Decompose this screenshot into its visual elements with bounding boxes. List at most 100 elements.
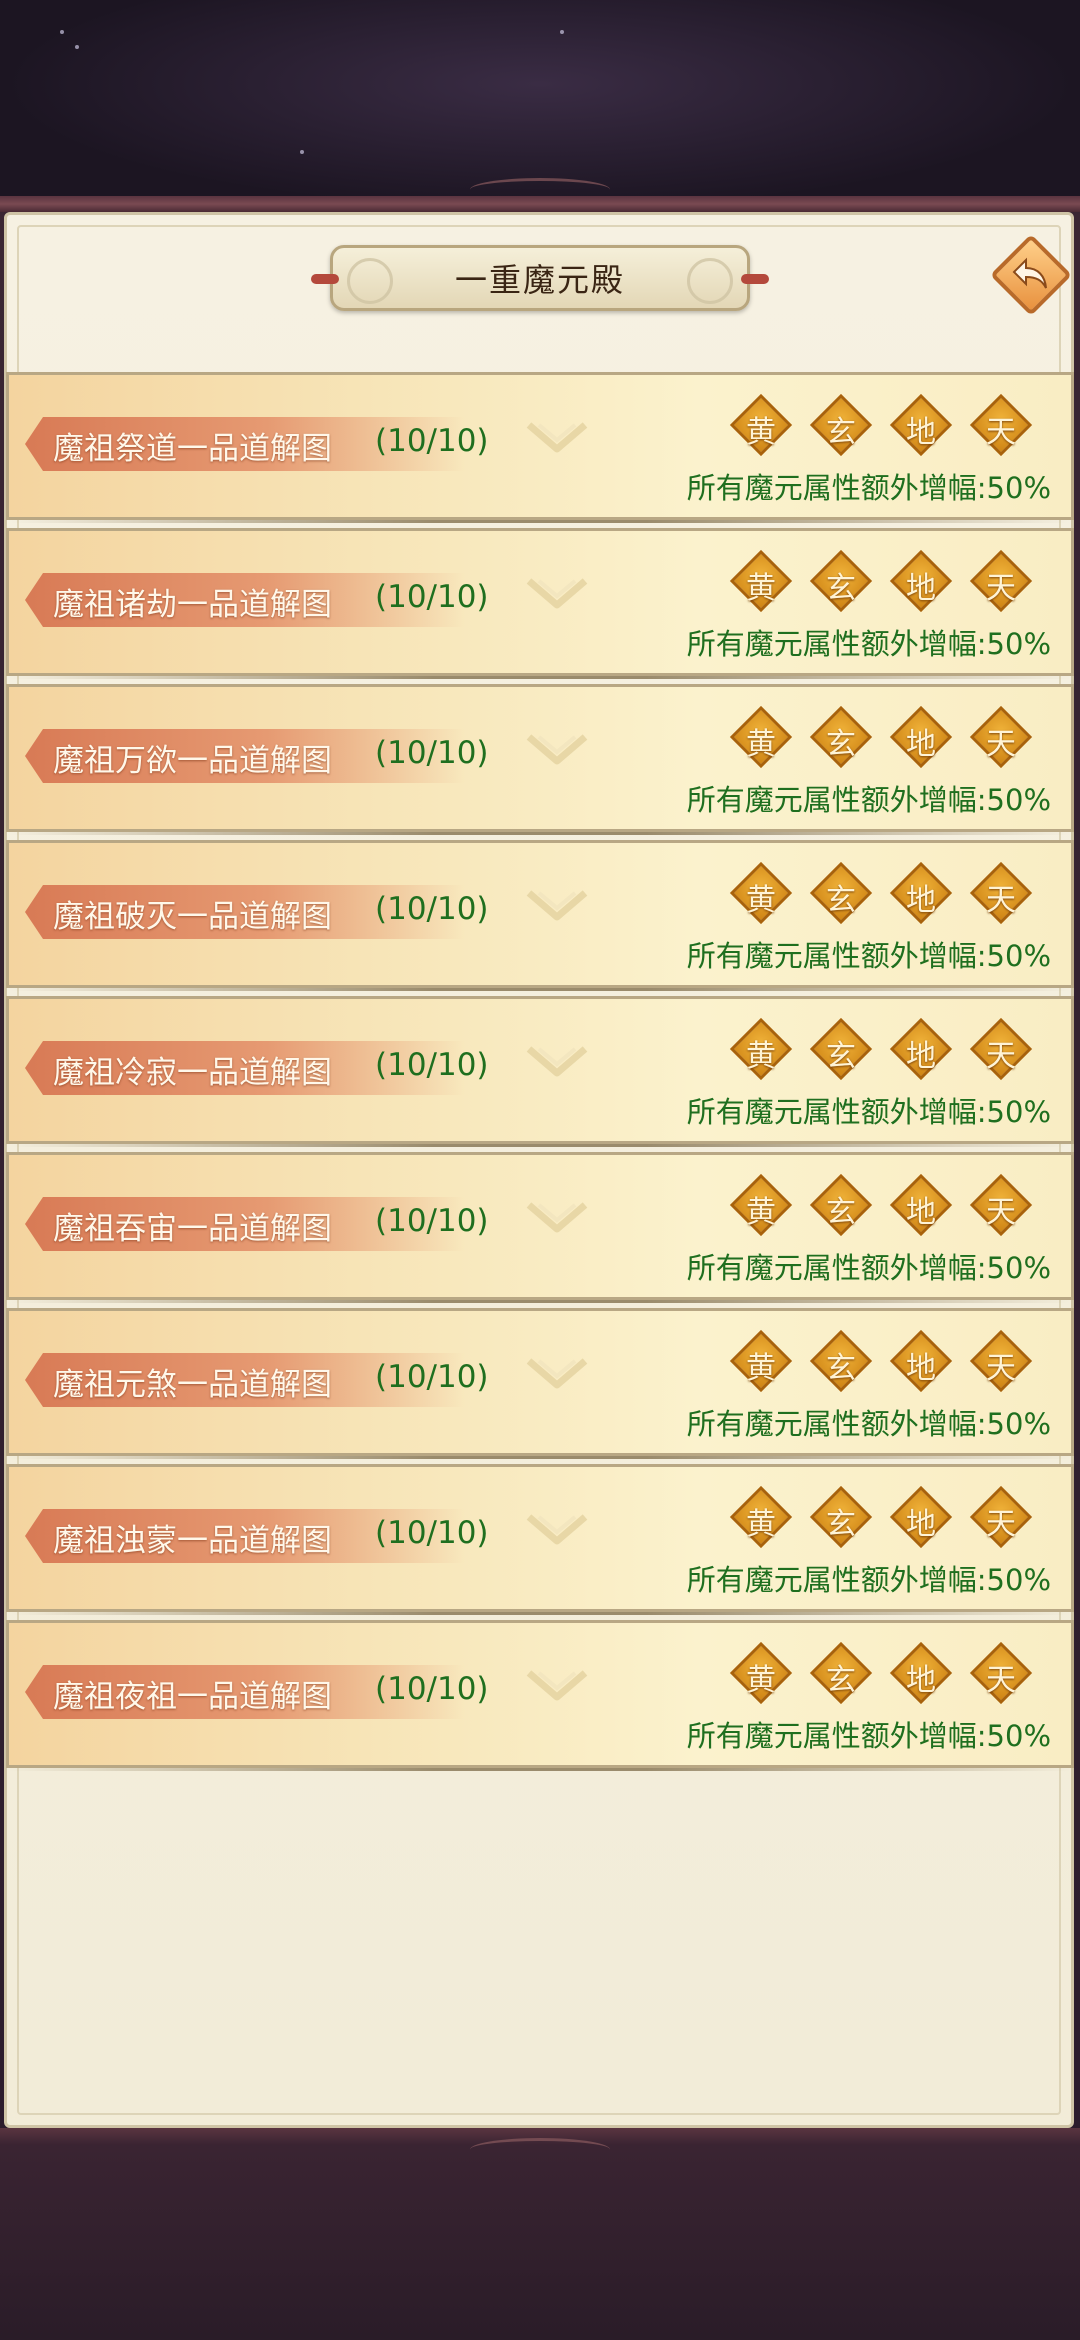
tome-name: 魔祖夜祖一品道解图 xyxy=(53,1679,332,1715)
grade-badge: 玄 xyxy=(809,861,873,925)
star xyxy=(300,150,304,154)
grade-badge-label: 地 xyxy=(906,1663,936,1698)
list-item[interactable]: 魔祖万欲一品道解图 (10/10) 黄 玄 地 天所有魔元属性额外增幅:50% xyxy=(6,684,1074,835)
grade-badges: 黄玄地天 xyxy=(729,549,1049,613)
tome-name: 魔祖浊蒙一品道解图 xyxy=(53,1523,332,1559)
grade-badge-label: 地 xyxy=(906,1039,936,1074)
grade-badge: 地 xyxy=(889,393,953,457)
grade-badge-label: 地 xyxy=(906,1195,936,1230)
tome-name: 魔祖元煞一品道解图 xyxy=(53,1367,332,1403)
list-item[interactable]: 魔祖浊蒙一品道解图 (10/10) 黄 玄 地 天所有魔元属性额外增幅:50% xyxy=(6,1464,1074,1615)
grade-badge-label: 地 xyxy=(906,883,936,918)
grade-badges: 黄玄地天 xyxy=(729,1017,1049,1081)
grade-badge: 黄 xyxy=(729,1173,793,1237)
star xyxy=(75,45,79,49)
chevron-down-icon[interactable] xyxy=(525,575,589,615)
tome-progress: (10/10) xyxy=(375,1047,489,1083)
grade-badge-label: 黄 xyxy=(746,883,776,918)
grade-badge-label: 玄 xyxy=(826,1507,856,1542)
grade-badge-label: 黄 xyxy=(746,1195,776,1230)
grade-badge: 地 xyxy=(889,1485,953,1549)
plaque-knob-right xyxy=(741,274,769,284)
grade-badge: 黄 xyxy=(729,861,793,925)
grade-badge-label: 玄 xyxy=(826,571,856,606)
grade-badge: 黄 xyxy=(729,1485,793,1549)
star xyxy=(560,30,564,34)
grade-badge: 玄 xyxy=(809,1173,873,1237)
tome-progress: (10/10) xyxy=(375,1515,489,1551)
tome-progress: (10/10) xyxy=(375,1671,489,1707)
tome-progress: (10/10) xyxy=(375,1359,489,1395)
plaque-knob-left xyxy=(311,274,339,284)
grade-badge: 天 xyxy=(969,861,1033,925)
grade-badge: 天 xyxy=(969,705,1033,769)
bonus-text: 所有魔元属性额外增幅:50% xyxy=(686,1251,1051,1285)
grade-badge-label: 黄 xyxy=(746,415,776,450)
chevron-down-icon[interactable] xyxy=(525,887,589,927)
bonus-text: 所有魔元属性额外增幅:50% xyxy=(686,627,1051,661)
bonus-text: 所有魔元属性额外增幅:50% xyxy=(686,1407,1051,1441)
chevron-down-icon[interactable] xyxy=(525,1043,589,1083)
chevron-down-icon[interactable] xyxy=(525,1199,589,1239)
list-item[interactable]: 魔祖元煞一品道解图 (10/10) 黄 玄 地 天所有魔元属性额外增幅:50% xyxy=(6,1308,1074,1459)
list-item[interactable]: 魔祖吞宙一品道解图 (10/10) 黄 玄 地 天所有魔元属性额外增幅:50% xyxy=(6,1152,1074,1303)
tome-progress: (10/10) xyxy=(375,423,489,459)
bonus-text: 所有魔元属性额外增幅:50% xyxy=(686,1719,1051,1753)
list-item[interactable]: 魔祖破灭一品道解图 (10/10) 黄 玄 地 天所有魔元属性额外增幅:50% xyxy=(6,840,1074,991)
grade-badge: 地 xyxy=(889,1173,953,1237)
grade-badge-label: 地 xyxy=(906,571,936,606)
grade-badge: 地 xyxy=(889,861,953,925)
list-item[interactable]: 魔祖诸劫一品道解图 (10/10) 黄 玄 地 天所有魔元属性额外增幅:50% xyxy=(6,528,1074,679)
grade-badge: 天 xyxy=(969,1329,1033,1393)
grade-badge-label: 黄 xyxy=(746,1663,776,1698)
bonus-text: 所有魔元属性额外增幅:50% xyxy=(686,1563,1051,1597)
grade-badge-label: 天 xyxy=(986,1351,1016,1386)
back-button[interactable] xyxy=(988,232,1073,317)
grade-badge: 天 xyxy=(969,1173,1033,1237)
grade-badge: 地 xyxy=(889,1329,953,1393)
grade-badge-label: 玄 xyxy=(826,1663,856,1698)
grade-badge-label: 玄 xyxy=(826,415,856,450)
tome-progress: (10/10) xyxy=(375,579,489,615)
grade-badge-label: 天 xyxy=(986,1039,1016,1074)
tome-name: 魔祖诸劫一品道解图 xyxy=(53,587,332,623)
list-item[interactable]: 魔祖祭道一品道解图 (10/10) 黄 玄 地 天所有魔元属性额外增幅:50% xyxy=(6,372,1074,523)
grade-badge-label: 地 xyxy=(906,1507,936,1542)
grade-badge: 天 xyxy=(969,393,1033,457)
tome-name: 魔祖冷寂一品道解图 xyxy=(53,1055,332,1091)
tome-name: 魔祖万欲一品道解图 xyxy=(53,743,332,779)
title-plaque: 一重魔元殿 xyxy=(311,245,769,311)
grade-badge: 玄 xyxy=(809,1641,873,1705)
grade-badge-label: 天 xyxy=(986,571,1016,606)
grade-badge-label: 地 xyxy=(906,727,936,762)
tome-progress: (10/10) xyxy=(375,891,489,927)
bonus-text: 所有魔元属性额外增幅:50% xyxy=(686,471,1051,505)
chevron-down-icon[interactable] xyxy=(525,1667,589,1707)
grade-badge-label: 天 xyxy=(986,1507,1016,1542)
grade-badge-label: 黄 xyxy=(746,1039,776,1074)
grade-badge-label: 黄 xyxy=(746,571,776,606)
bonus-text: 所有魔元属性额外增幅:50% xyxy=(686,1095,1051,1129)
grade-badges: 黄玄地天 xyxy=(729,1641,1049,1705)
grade-badge-label: 地 xyxy=(906,1351,936,1386)
grade-badge-label: 黄 xyxy=(746,1507,776,1542)
chevron-down-icon[interactable] xyxy=(525,1355,589,1395)
grade-badge-label: 玄 xyxy=(826,883,856,918)
grade-badge: 玄 xyxy=(809,1329,873,1393)
grade-badge-label: 玄 xyxy=(826,1039,856,1074)
tome-name: 魔祖祭道一品道解图 xyxy=(53,431,332,467)
grade-badge: 玄 xyxy=(809,1017,873,1081)
chevron-down-icon[interactable] xyxy=(525,731,589,771)
grade-badge-label: 天 xyxy=(986,1663,1016,1698)
grade-badge-label: 天 xyxy=(986,1195,1016,1230)
cloud-ornament-icon xyxy=(687,258,733,304)
chevron-down-icon[interactable] xyxy=(525,1511,589,1551)
tome-progress: (10/10) xyxy=(375,1203,489,1239)
grade-badge: 玄 xyxy=(809,549,873,613)
list-item[interactable]: 魔祖冷寂一品道解图 (10/10) 黄 玄 地 天所有魔元属性额外增幅:50% xyxy=(6,996,1074,1147)
grade-badges: 黄玄地天 xyxy=(729,1329,1049,1393)
list-item[interactable]: 魔祖夜祖一品道解图 (10/10) 黄 玄 地 天所有魔元属性额外增幅:50% xyxy=(6,1620,1074,1771)
grade-badge: 天 xyxy=(969,549,1033,613)
grade-badge-label: 地 xyxy=(906,415,936,450)
chevron-down-icon[interactable] xyxy=(525,419,589,459)
